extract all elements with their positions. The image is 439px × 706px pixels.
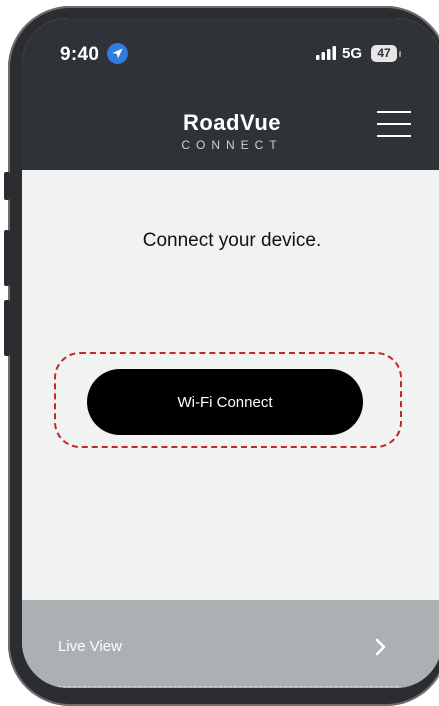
- menu-divider: [58, 686, 398, 687]
- battery-tip: [399, 51, 401, 57]
- signal-bars-icon: [316, 46, 338, 65]
- status-bar: 9:40 5G 47: [22, 18, 439, 82]
- brand-logo: RoadVue: [182, 110, 282, 135]
- hamburger-menu-icon[interactable]: [377, 111, 411, 137]
- status-time: 9:40: [60, 44, 100, 65]
- menu-item-label: Live View: [58, 638, 122, 655]
- page-title: Connect your device.: [142, 230, 322, 251]
- chevron-right-icon: [375, 638, 387, 661]
- location-arrow-icon: [107, 43, 128, 64]
- network-type: 5G: [342, 45, 363, 62]
- battery-level: 47: [377, 46, 391, 60]
- side-button-volume-up: [4, 230, 10, 286]
- side-button-action: [4, 172, 10, 200]
- wifi-connect-button[interactable]: Wi-Fi Connect: [87, 369, 363, 435]
- app-header: RoadVue CONNECT: [22, 82, 439, 170]
- side-button-volume-down: [4, 300, 10, 356]
- brand-subtitle: CONNECT: [181, 138, 283, 152]
- battery-icon: 47: [371, 45, 397, 62]
- main-content: Connect your device. Wi-Fi Connect: [22, 170, 439, 600]
- bottom-menu: Live View: [22, 600, 439, 688]
- app-screen: 9:40 5G 47 RoadVue CONNECT Connect your …: [22, 18, 439, 688]
